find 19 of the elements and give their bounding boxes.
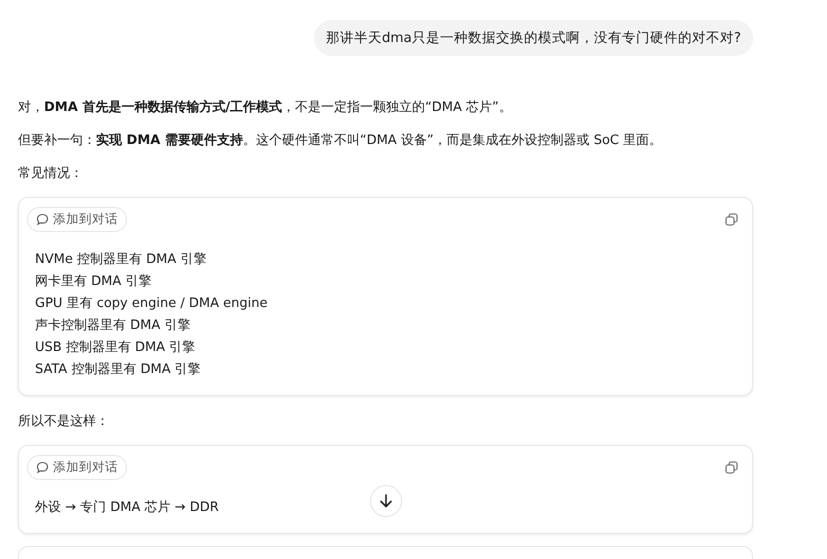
code-line: SATA 控制器里有 DMA 引擎 — [35, 361, 201, 379]
answer-paragraph: 所以不是这样： — [18, 413, 110, 431]
code-line: 外设 → 专门 DMA 芯片 → DDR — [35, 499, 219, 517]
answer-paragraph: 常见情况： — [18, 165, 84, 183]
arrow-down-icon — [378, 493, 394, 509]
add-to-chat-button[interactable]: 添加到对话 — [27, 207, 127, 232]
answer-paragraph: 但要补一句：实现 DMA 需要硬件支持。这个硬件通常不叫“DMA 设备”，而是集成在外设控制器或 SoC 里面。 — [18, 132, 664, 150]
code-line: USB 控制器里有 DMA 引擎 — [35, 339, 196, 357]
chat-bubble-icon — [36, 461, 49, 474]
answer-paragraph: 对，DMA 首先是一种数据传输方式/工作模式，不是一定指一颗独立的“DMA 芯片”。 — [18, 98, 513, 117]
copy-icon[interactable] — [725, 461, 738, 474]
code-line: 声卡控制器里有 DMA 引擎 — [35, 317, 190, 335]
code-line: NVMe 控制器里有 DMA 引擎 — [35, 251, 206, 269]
add-to-chat-button[interactable]: 添加到对话 — [27, 455, 127, 480]
copy-icon[interactable] — [725, 213, 738, 226]
user-message: 那讲半天dma只是一种数据交换的模式啊，没有专门硬件的对不对? — [314, 20, 753, 56]
code-line: GPU 里有 copy engine / DMA engine — [35, 295, 268, 313]
code-line: 网卡里有 DMA 引擎 — [35, 273, 152, 291]
chat-bubble-icon — [36, 213, 49, 226]
